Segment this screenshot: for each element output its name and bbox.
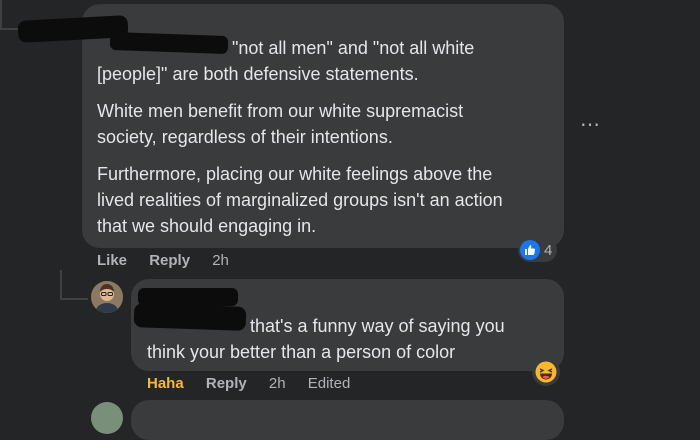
- reply-button[interactable]: Reply: [206, 375, 247, 392]
- avatar[interactable]: [91, 402, 123, 434]
- comment-text-line: that we should engaging in.: [97, 216, 317, 236]
- comment-text-line: [people]" are both defensive statements.: [97, 64, 419, 84]
- like-button[interactable]: Like: [97, 252, 127, 269]
- avatar[interactable]: [91, 281, 123, 313]
- reply-text-line: that's a funny way of saying you: [250, 316, 505, 336]
- redacted-reply-author-2: [133, 303, 247, 331]
- reaction-summary[interactable]: 4: [518, 238, 558, 262]
- haha-reaction-button[interactable]: Haha: [147, 375, 184, 392]
- reaction-count: 4: [544, 241, 553, 259]
- next-reply-bubble: [131, 400, 564, 440]
- reply-button[interactable]: Reply: [149, 252, 190, 269]
- comment-text-line: White men benefit from our white suprema…: [97, 101, 464, 121]
- thread-line-top: [0, 0, 2, 30]
- thread-line-reply: [60, 270, 62, 300]
- comment-actions: Like Reply 2h: [97, 252, 247, 269]
- reply-actions: Haha Reply 2h Edited: [147, 375, 368, 392]
- thread-line-reply-branch: [60, 298, 88, 300]
- more-icon[interactable]: ⋯: [580, 112, 601, 137]
- comment-text-line: lived realities of marginalized groups i…: [97, 190, 503, 210]
- reply-timestamp[interactable]: 2h: [269, 375, 286, 392]
- reply-text-line: think your better than a person of color: [147, 342, 456, 362]
- like-icon: [520, 240, 540, 260]
- comment-text-line: society, regardless of their intentions.: [97, 127, 393, 147]
- edited-label: Edited: [307, 375, 351, 392]
- comment-timestamp[interactable]: 2h: [212, 252, 229, 269]
- haha-icon[interactable]: [532, 358, 560, 386]
- comment-text-line: "not all men" and "not all white: [232, 38, 475, 58]
- comment-text-line: Furthermore, placing our white feelings …: [97, 164, 493, 184]
